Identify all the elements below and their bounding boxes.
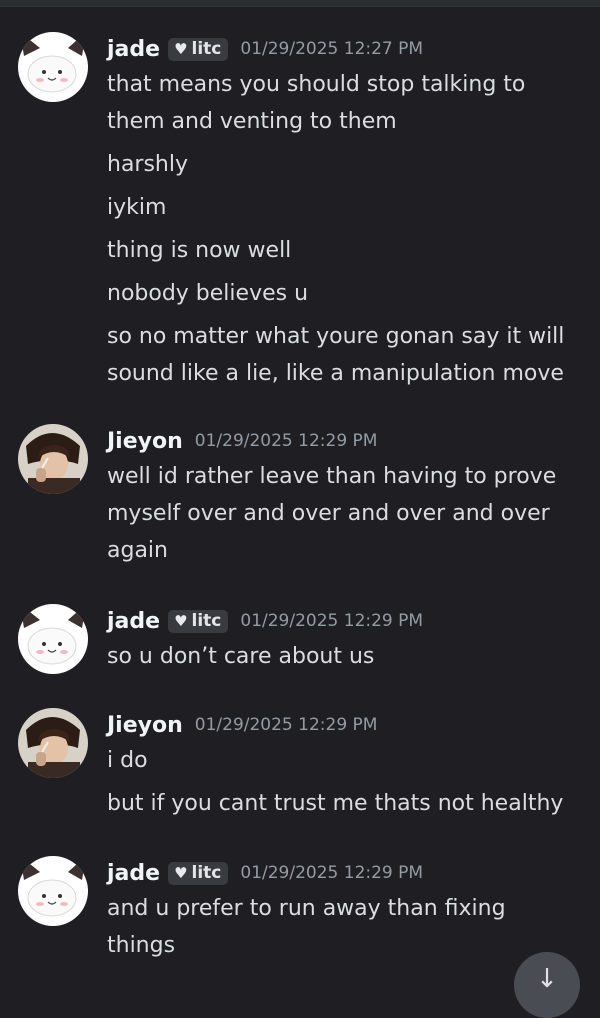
message-line: harshly xyxy=(107,152,189,177)
avatar-cat[interactable] xyxy=(18,604,88,674)
message-line: iykim xyxy=(107,195,167,220)
message-line: things xyxy=(107,933,176,958)
server-tag-label: litc xyxy=(191,610,222,631)
username[interactable]: Jieyon xyxy=(107,429,183,454)
username[interactable]: Jieyon xyxy=(107,713,183,738)
message-line: again xyxy=(107,538,168,563)
message-line: and u prefer to run away than fixing xyxy=(107,896,506,921)
server-tag-label: litc xyxy=(191,38,222,59)
message-line: well id rather leave than having to prov… xyxy=(107,464,557,489)
message-line: them and venting to them xyxy=(107,109,397,134)
message-line: myself over and over and over and over xyxy=(107,501,550,526)
message-line: but if you cant trust me thats not healt… xyxy=(107,791,564,816)
avatar-person[interactable] xyxy=(18,708,88,778)
server-tag[interactable]: ♥ litc xyxy=(168,609,229,633)
timestamp: 01/29/2025 12:29 PM xyxy=(194,715,378,735)
server-tag[interactable]: ♥ litc xyxy=(168,37,229,61)
server-tag-label: litc xyxy=(191,862,222,883)
server-tag[interactable]: ♥ litc xyxy=(168,861,229,885)
message-line: nobody believes u xyxy=(107,281,309,306)
timestamp: 01/29/2025 12:29 PM xyxy=(194,431,378,451)
message-line: i do xyxy=(107,748,148,773)
avatar-cat[interactable] xyxy=(18,32,88,102)
timestamp: 01/29/2025 12:29 PM xyxy=(240,863,424,883)
message-line: so u don’t care about us xyxy=(107,644,375,669)
avatar-cat[interactable] xyxy=(18,856,88,926)
username[interactable]: jade xyxy=(107,861,160,886)
username[interactable]: jade xyxy=(107,609,160,634)
message-line: that means you should stop talking to xyxy=(107,72,526,97)
message-line: sound like a lie, like a manipulation mo… xyxy=(107,361,564,386)
message-line: so no matter what youre gonan say it wil… xyxy=(107,324,565,349)
heart-icon: ♥ xyxy=(174,39,188,58)
heart-icon: ♥ xyxy=(174,611,188,630)
username[interactable]: jade xyxy=(107,37,160,62)
arrow-down-icon: ↓ xyxy=(536,964,558,994)
avatar-person[interactable] xyxy=(18,424,88,494)
timestamp: 01/29/2025 12:29 PM xyxy=(240,611,424,631)
timestamp: 01/29/2025 12:27 PM xyxy=(240,39,424,59)
top-divider xyxy=(0,0,600,7)
heart-icon: ♥ xyxy=(174,863,188,882)
message-line: thing is now well xyxy=(107,238,292,263)
jump-to-present-button[interactable]: ↓ xyxy=(514,952,580,1018)
